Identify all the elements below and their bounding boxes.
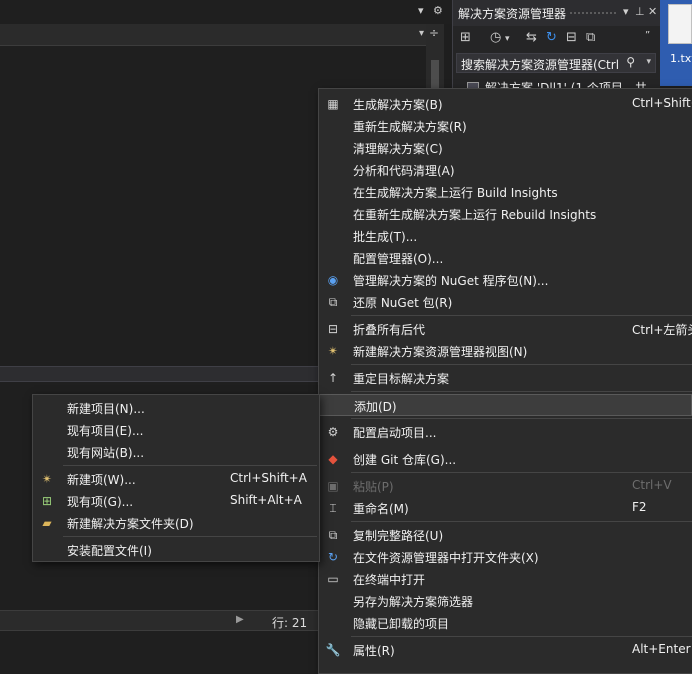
menu-item-open-in-terminal[interactable]: ▭ 在终端中打开 xyxy=(319,568,692,590)
scroll-right-icon[interactable]: ▶ xyxy=(236,614,244,625)
menu-item-clean-solution[interactable]: 清理解决方案(C) xyxy=(319,137,692,159)
folder-icon: ▰ xyxy=(42,516,52,530)
overflow-icon[interactable]: ” xyxy=(645,30,650,41)
desktop-file-name: 1.txt xyxy=(670,52,692,65)
menu-item-build-solution[interactable]: ▦ 生成解决方案(B) Ctrl+Shift+B xyxy=(319,93,692,115)
chevron-down-icon[interactable]: ▾ xyxy=(418,4,424,17)
menu-item-create-git-repo[interactable]: ◆ 创建 Git 仓库(G)... xyxy=(319,448,692,470)
search-placeholder: 搜索解决方案资源管理器(Ctrl xyxy=(461,58,620,72)
submenu-item-new-project[interactable]: 新建项目(N)... xyxy=(33,397,319,419)
history-icon[interactable]: ◷ xyxy=(490,30,501,45)
navigation-bar[interactable]: ▾ xyxy=(0,24,430,46)
solution-explorer-titlebar: 解决方案资源管理器 ▾ ⊥ ✕ xyxy=(453,0,661,26)
restore-icon: ⧉ xyxy=(328,295,338,309)
sync-icon[interactable]: ⇆ xyxy=(526,30,537,45)
submenu-item-existing-item[interactable]: ⊞ 现有项(G)... Shift+Alt+A xyxy=(33,490,319,512)
chevron-down-icon[interactable]: ▾ xyxy=(623,5,629,18)
text-file-icon xyxy=(668,4,692,44)
editor-tab-strip: ▾ ⚙ xyxy=(0,0,452,24)
paste-icon: ▣ xyxy=(327,479,339,493)
menu-separator xyxy=(351,521,692,522)
existing-item-icon: ⊞ xyxy=(41,494,53,508)
chevron-down-icon[interactable]: ▾ xyxy=(646,57,651,67)
close-icon[interactable]: ✕ xyxy=(648,5,657,18)
search-icon[interactable]: ⚲ xyxy=(626,55,635,69)
submenu-item-install-config[interactable]: 安装配置文件(I) xyxy=(33,539,319,561)
split-icon[interactable]: ÷ xyxy=(429,26,439,40)
menu-item-copy-full-path[interactable]: ⧉ 复制完整路径(U) xyxy=(319,524,692,546)
rename-icon: ⌶ xyxy=(329,501,337,515)
menu-item-configure-startup[interactable]: ⚙ 配置启动项目... xyxy=(319,421,692,443)
menu-item-properties[interactable]: 🔧 属性(R) Alt+Enter xyxy=(319,639,692,661)
menu-item-collapse-all[interactable]: ⊟ 折叠所有后代 Ctrl+左箭头 xyxy=(319,318,692,340)
menu-item-hide-unloaded[interactable]: 隐藏已卸载的项目 xyxy=(319,612,692,634)
gear-icon[interactable]: ⚙ xyxy=(433,4,443,17)
pin-icon[interactable]: ⊥ xyxy=(635,5,645,18)
terminal-icon: ▭ xyxy=(327,572,339,586)
menu-item-configuration-manager[interactable]: 配置管理器(O)... xyxy=(319,247,692,269)
copy-icon: ⧉ xyxy=(328,528,338,542)
menu-separator xyxy=(63,465,317,466)
nuget-icon: ◉ xyxy=(327,273,339,287)
switch-view-icon[interactable]: ⊞ xyxy=(460,30,471,45)
menu-item-batch-build[interactable]: 批生成(T)... xyxy=(319,225,692,247)
menu-separator xyxy=(351,636,692,637)
menu-item-restore-nuget[interactable]: ⧉ 还原 NuGet 包(R) xyxy=(319,291,692,313)
menu-separator xyxy=(351,315,692,316)
collapse-icon: ⊟ xyxy=(327,322,339,336)
menu-item-rename[interactable]: ⌶ 重命名(M) F2 xyxy=(319,497,692,519)
refresh-icon[interactable]: ↻ xyxy=(546,30,557,45)
menu-item-rebuild-insights[interactable]: 在重新生成解决方案上运行 Rebuild Insights xyxy=(319,203,692,225)
add-submenu: 新建项目(N)... 现有项目(E)... 现有网站(B)... ✴ 新建项(W… xyxy=(32,394,320,562)
menu-separator xyxy=(351,391,692,392)
solution-search-input[interactable]: 搜索解决方案资源管理器(Ctrl ⚲ ▾ xyxy=(456,53,656,73)
menu-item-save-as-filter[interactable]: 另存为解决方案筛选器 xyxy=(319,590,692,612)
git-icon: ◆ xyxy=(328,452,338,466)
menu-item-paste[interactable]: ▣ 粘贴(P) Ctrl+V xyxy=(319,475,692,497)
new-view-icon: ✴ xyxy=(327,344,339,358)
show-all-files-icon[interactable]: ⧉ xyxy=(586,30,595,45)
submenu-item-existing-project[interactable]: 现有项目(E)... xyxy=(33,419,319,441)
open-folder-icon: ↻ xyxy=(327,550,339,564)
menu-separator xyxy=(351,418,692,419)
panel-title: 解决方案资源管理器 xyxy=(458,7,567,21)
submenu-item-new-item[interactable]: ✴ 新建项(W)... Ctrl+Shift+A xyxy=(33,468,319,490)
retarget-icon: ↑ xyxy=(327,371,339,385)
menu-item-analyze-cleanup[interactable]: 分析和代码清理(A) xyxy=(319,159,692,181)
wrench-icon: 🔧 xyxy=(325,643,341,657)
menu-separator xyxy=(351,472,692,473)
menu-item-rebuild-solution[interactable]: 重新生成解决方案(R) xyxy=(319,115,692,137)
submenu-item-new-solution-folder[interactable]: ▰ 新建解决方案文件夹(D) xyxy=(33,512,319,534)
menu-item-new-explorer-view[interactable]: ✴ 新建解决方案资源管理器视图(N) xyxy=(319,340,692,362)
line-indicator: 行: 21 xyxy=(272,616,308,630)
submenu-item-existing-website[interactable]: 现有网站(B)... xyxy=(33,441,319,463)
collapse-all-icon[interactable]: ⊟ xyxy=(566,30,577,45)
menu-item-manage-nuget[interactable]: ◉ 管理解决方案的 NuGet 程序包(N)... xyxy=(319,269,692,291)
chevron-down-icon[interactable]: ▾ xyxy=(505,34,510,44)
desktop-file-item[interactable]: 1.txt xyxy=(660,0,692,86)
gear-icon: ⚙ xyxy=(327,425,339,439)
drag-handle[interactable] xyxy=(569,11,617,16)
new-item-icon: ✴ xyxy=(41,472,53,486)
build-icon: ▦ xyxy=(327,97,339,111)
menu-item-add[interactable]: 添加(D) xyxy=(319,394,692,416)
chevron-down-icon[interactable]: ▾ xyxy=(419,28,424,39)
solution-context-menu: ▦ 生成解决方案(B) Ctrl+Shift+B 重新生成解决方案(R) 清理解… xyxy=(318,88,692,674)
menu-separator xyxy=(63,536,317,537)
menu-item-retarget-solution[interactable]: ↑ 重定目标解决方案 xyxy=(319,367,692,389)
menu-item-build-insights[interactable]: 在生成解决方案上运行 Build Insights xyxy=(319,181,692,203)
solution-explorer-toolbar: ⊞ ◷ ▾ ⇆ ↻ ⊟ ⧉ ” xyxy=(453,26,661,52)
menu-item-open-in-explorer[interactable]: ↻ 在文件资源管理器中打开文件夹(X) xyxy=(319,546,692,568)
menu-separator xyxy=(351,364,692,365)
